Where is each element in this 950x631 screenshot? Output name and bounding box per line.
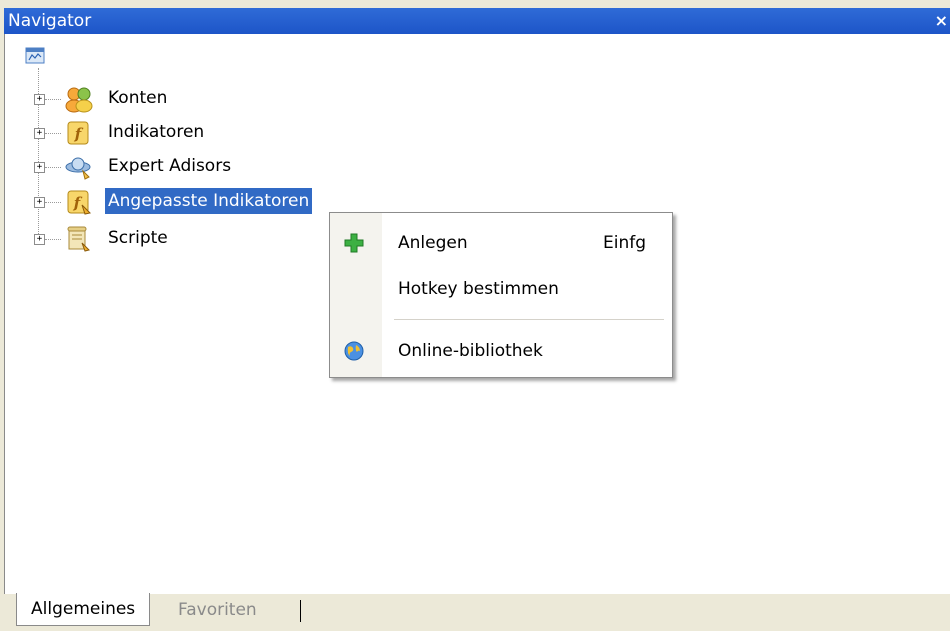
menu-item-anlegen[interactable]: Anlegen Einfg: [330, 225, 672, 261]
tab-allgemeines[interactable]: Allgemeines: [16, 593, 151, 626]
menu-item-shortcut: Einfg: [602, 233, 646, 253]
tree-connector: [45, 167, 61, 168]
tree-item-label: Angepasste Indikatoren: [105, 188, 313, 214]
expand-toggle[interactable]: +: [34, 162, 45, 173]
globe-icon: [344, 341, 364, 361]
expand-toggle[interactable]: +: [34, 234, 45, 245]
tree-connector: [45, 239, 61, 240]
expand-toggle[interactable]: +: [34, 94, 45, 105]
plus-icon: [344, 233, 364, 253]
tree-item-label: Indikatoren: [108, 122, 205, 142]
menu-item-label: Hotkey bestimmen: [398, 279, 559, 299]
tab-separator: [300, 600, 301, 622]
script-icon: [67, 226, 90, 252]
navigator-panel: Navigator × + Konten + f Indikatoren + E…: [0, 0, 950, 631]
menu-item-label: Anlegen: [398, 233, 468, 253]
terminal-icon[interactable]: [25, 46, 45, 66]
indicator-icon: f: [67, 121, 89, 145]
menu-item-online-library[interactable]: Online-bibliothek: [330, 333, 672, 369]
tab-bar: Allgemeines Favoriten: [4, 593, 950, 631]
accounts-icon: [65, 87, 93, 113]
tree-item-label: Konten: [108, 88, 168, 108]
tree-item-label: Expert Adisors: [108, 156, 232, 176]
tree-item-label: Scripte: [108, 228, 168, 248]
menu-item-label: Online-bibliothek: [398, 341, 543, 361]
close-button[interactable]: ×: [935, 8, 948, 34]
tree-connector: [45, 202, 61, 203]
tree-connector: [45, 99, 61, 100]
expert-advisor-icon: [65, 157, 91, 180]
tree-connector: [45, 133, 61, 134]
tab-favoriten[interactable]: Favoriten: [164, 594, 271, 627]
menu-item-hotkey[interactable]: Hotkey bestimmen: [330, 271, 672, 307]
custom-indicator-icon: f: [67, 190, 92, 215]
window-title: Navigator: [8, 11, 92, 31]
title-bar: Navigator ×: [4, 8, 950, 34]
menu-separator: [394, 319, 664, 320]
context-menu: Anlegen Einfg Hotkey bestimmen Online-bi…: [329, 212, 673, 378]
expand-toggle[interactable]: +: [34, 128, 45, 139]
expand-toggle[interactable]: +: [34, 197, 45, 208]
